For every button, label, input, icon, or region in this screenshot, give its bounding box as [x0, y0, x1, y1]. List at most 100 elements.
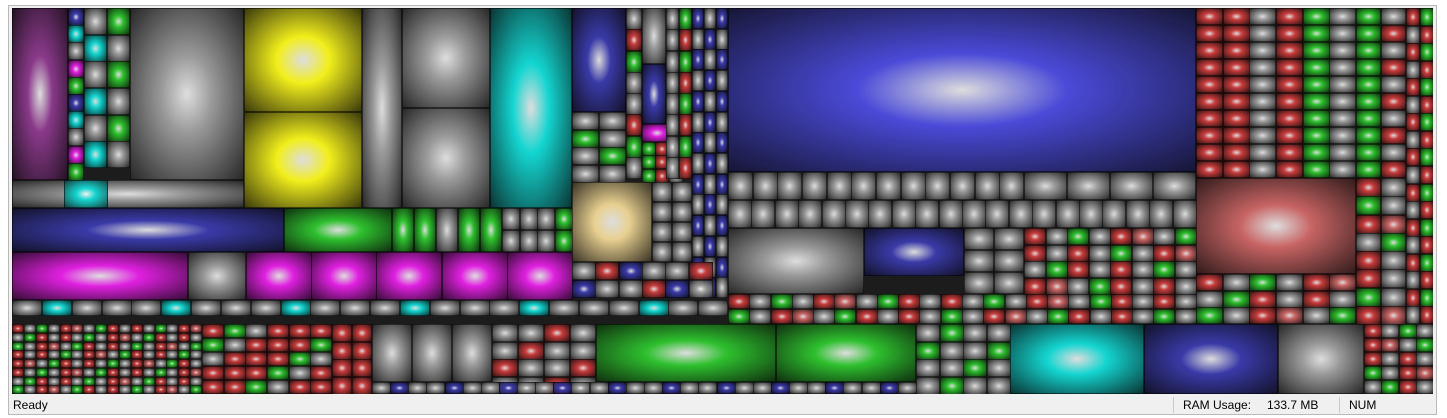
treemap-cell[interactable] [1102, 200, 1126, 228]
treemap-cell[interactable] [1356, 110, 1381, 127]
treemap-cell[interactable] [1420, 148, 1433, 166]
treemap-cell[interactable] [190, 324, 202, 333]
treemap-cell[interactable] [666, 51, 679, 73]
treemap-cell[interactable] [1144, 324, 1278, 394]
treemap-cell[interactable] [579, 300, 609, 316]
treemap-cell[interactable] [131, 368, 143, 377]
treemap-cell[interactable] [12, 368, 24, 377]
treemap-cell[interactable] [1068, 294, 1090, 309]
treemap-cell[interactable] [1149, 200, 1173, 228]
treemap-cell[interactable] [166, 385, 178, 394]
treemap-cell[interactable] [289, 338, 311, 352]
treemap-cell[interactable] [665, 262, 689, 280]
treemap-cell[interactable] [609, 300, 639, 316]
treemap-cell[interactable] [1047, 294, 1069, 309]
treemap-cell[interactable] [1153, 294, 1175, 309]
treemap-cell[interactable] [289, 366, 311, 380]
treemap-cell[interactable] [1024, 261, 1046, 278]
treemap-cell[interactable] [119, 359, 131, 368]
treemap-cell[interactable] [983, 309, 1005, 324]
treemap-cell[interactable] [202, 380, 224, 394]
treemap-cell[interactable] [626, 93, 642, 115]
treemap-cell[interactable] [704, 8, 716, 29]
treemap-cell[interactable] [376, 252, 442, 300]
treemap-cell[interactable] [716, 174, 728, 195]
treemap-cell[interactable] [950, 172, 975, 200]
treemap-cell[interactable] [267, 366, 289, 380]
treemap-cell[interactable] [652, 242, 672, 262]
treemap-cell[interactable] [877, 294, 899, 309]
treemap-cell[interactable] [679, 72, 692, 94]
treemap-cell[interactable] [499, 382, 518, 394]
treemap-cell[interactable] [652, 182, 672, 202]
treemap-cell[interactable] [1276, 76, 1303, 93]
treemap-cell[interactable] [642, 262, 666, 280]
treemap-cell[interactable] [1381, 196, 1406, 215]
treemap-cell[interactable] [1406, 254, 1420, 272]
treemap-cell[interactable] [267, 380, 289, 394]
treemap-cell[interactable] [12, 300, 42, 316]
treemap-cell[interactable] [1406, 113, 1420, 131]
treemap-cell[interactable] [1406, 271, 1420, 289]
treemap-cell[interactable] [940, 342, 964, 360]
treemap-cell[interactable] [24, 324, 36, 333]
treemap-cell[interactable] [1381, 93, 1406, 110]
treemap-cell[interactable] [728, 172, 753, 200]
treemap-cell[interactable] [1381, 8, 1406, 25]
treemap-cell[interactable] [666, 29, 679, 51]
treemap-cell[interactable] [1329, 25, 1356, 42]
treemap-cell[interactable] [692, 112, 704, 133]
treemap-cell[interactable] [224, 366, 246, 380]
treemap-cell[interactable] [572, 112, 599, 130]
treemap-cell[interactable] [776, 324, 916, 382]
treemap-cell[interactable] [402, 8, 490, 108]
treemap-cell[interactable] [502, 230, 520, 252]
treemap-cell[interactable] [143, 324, 155, 333]
treemap-cell[interactable] [166, 350, 178, 359]
treemap-cell[interactable] [728, 200, 752, 228]
treemap-cell[interactable] [245, 352, 267, 366]
treemap-cell[interactable] [178, 350, 190, 359]
treemap-cell[interactable] [1416, 380, 1433, 394]
treemap-cell[interactable] [166, 324, 178, 333]
treemap-cell[interactable] [1420, 289, 1433, 307]
treemap-cell[interactable] [672, 242, 692, 262]
treemap-cell[interactable] [994, 228, 1024, 250]
treemap-cell[interactable] [481, 382, 500, 394]
treemap-cell[interactable] [877, 309, 899, 324]
treemap-cell[interactable] [679, 93, 692, 115]
treemap-cell[interactable] [95, 368, 107, 377]
treemap-cell[interactable] [1406, 78, 1420, 96]
treemap-cell[interactable] [1420, 61, 1433, 79]
treemap-cell[interactable] [1067, 278, 1089, 295]
treemap-cell[interactable] [1153, 228, 1175, 245]
treemap-cell[interactable] [668, 300, 698, 316]
treemap-cell[interactable] [458, 208, 480, 252]
treemap-cell[interactable] [1249, 59, 1276, 76]
treemap-cell[interactable] [1364, 380, 1382, 394]
treemap-cell[interactable] [1356, 178, 1381, 197]
disk-usage-treemap[interactable] [12, 8, 1433, 394]
treemap-cell[interactable] [1381, 59, 1406, 76]
treemap-cell[interactable] [728, 8, 1196, 172]
treemap-cell[interactable] [940, 377, 964, 394]
treemap-cell[interactable] [36, 368, 48, 377]
treemap-cell[interactable] [119, 333, 131, 342]
treemap-cell[interactable] [36, 359, 48, 368]
treemap-cell[interactable] [1381, 366, 1399, 380]
treemap-cell[interactable] [1303, 93, 1330, 110]
treemap-cell[interactable] [1356, 233, 1381, 252]
treemap-cell[interactable] [692, 132, 704, 153]
treemap-cell[interactable] [1153, 309, 1175, 324]
treemap-cell[interactable] [716, 91, 728, 112]
treemap-cell[interactable] [1364, 324, 1382, 338]
treemap-cell[interactable] [1056, 200, 1080, 228]
treemap-cell[interactable] [599, 112, 626, 130]
treemap-cell[interactable] [12, 350, 24, 359]
treemap-cell[interactable] [1196, 274, 1223, 291]
treemap-cell[interactable] [251, 300, 281, 316]
treemap-cell[interactable] [12, 385, 24, 394]
treemap-cell[interactable] [1111, 309, 1133, 324]
treemap-cell[interactable] [975, 172, 1000, 200]
treemap-cell[interactable] [1196, 178, 1356, 274]
